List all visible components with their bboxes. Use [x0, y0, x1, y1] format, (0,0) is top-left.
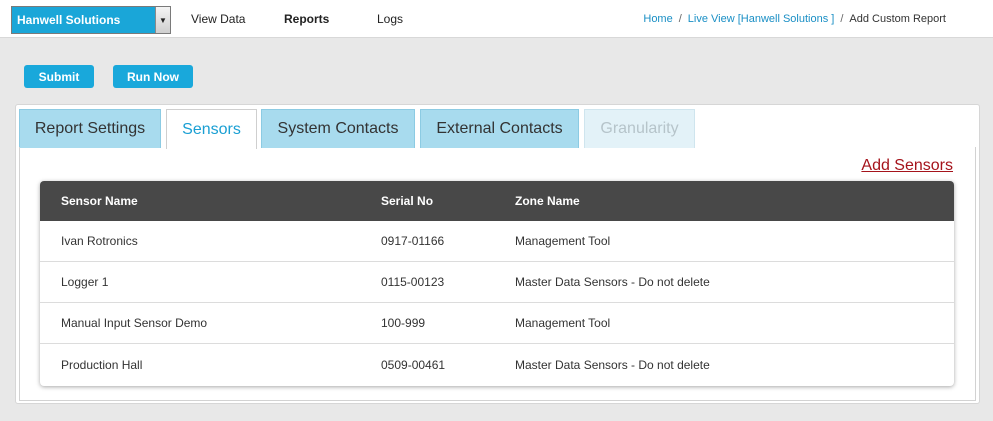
nav-reports[interactable]: Reports	[284, 12, 329, 26]
sensor-name-cell: Production Hall	[61, 357, 143, 372]
nav-view-data[interactable]: View Data	[191, 12, 245, 26]
organization-select[interactable]: Hanwell Solutions ▼	[11, 6, 171, 34]
organization-select-value: Hanwell Solutions	[17, 13, 121, 27]
zone-name-cell: Management Tool	[515, 316, 611, 330]
tab-external-contacts[interactable]: External Contacts	[420, 109, 579, 148]
run-now-button[interactable]: Run Now	[113, 65, 193, 88]
tab-granularity: Granularity	[584, 109, 695, 148]
column-header-sensor-name[interactable]: Sensor Name	[61, 181, 138, 221]
zone-name-cell: Master Data Sensors - Do not delete	[515, 275, 710, 289]
serial-no-cell: 0509-00461	[381, 357, 446, 372]
zone-name-cell: Management Tool	[515, 234, 611, 248]
zone-name-cell: Master Data Sensors - Do not delete	[515, 357, 710, 372]
sensor-name-cell: Manual Input Sensor Demo	[61, 316, 208, 330]
sensor-name-cell: Ivan Rotronics	[61, 234, 138, 248]
table-row[interactable]: Production Hall 0509-00461 Master Data S…	[40, 344, 954, 385]
breadcrumb-separator: /	[840, 13, 844, 25]
breadcrumb-home[interactable]: Home	[643, 13, 672, 25]
sensor-name-cell: Logger 1	[61, 275, 109, 289]
tab-report-settings[interactable]: Report Settings	[19, 109, 161, 148]
chevron-down-icon[interactable]: ▼	[155, 7, 170, 33]
add-sensors-link[interactable]: Add Sensors	[861, 157, 953, 175]
tab-sensors[interactable]: Sensors	[166, 109, 257, 149]
sensors-table: Sensor Name Serial No Zone Name Ivan Rot…	[40, 181, 954, 386]
serial-no-cell: 0115-00123	[381, 275, 445, 289]
table-row[interactable]: Ivan Rotronics 0917-01166 Management Too…	[40, 221, 954, 262]
column-header-zone-name[interactable]: Zone Name	[515, 181, 580, 221]
breadcrumb-live-view[interactable]: Live View [Hanwell Solutions ]	[688, 13, 835, 25]
breadcrumb: Home / Live View [Hanwell Solutions ] / …	[643, 13, 946, 25]
table-row[interactable]: Logger 1 0115-00123 Master Data Sensors …	[40, 262, 954, 303]
nav-logs[interactable]: Logs	[377, 12, 403, 26]
submit-button[interactable]: Submit	[24, 65, 94, 88]
serial-no-cell: 0917-01166	[381, 234, 445, 248]
column-header-serial-no[interactable]: Serial No	[381, 181, 433, 221]
breadcrumb-separator: /	[678, 13, 682, 25]
table-header: Sensor Name Serial No Zone Name	[40, 181, 954, 221]
serial-no-cell: 100-999	[381, 316, 426, 330]
top-bar: Hanwell Solutions ▼ View Data Reports Lo…	[0, 0, 993, 38]
breadcrumb-current: Add Custom Report	[849, 13, 946, 25]
report-panel: Report Settings Sensors System Contacts …	[15, 104, 980, 404]
tab-system-contacts[interactable]: System Contacts	[261, 109, 415, 148]
table-row[interactable]: Manual Input Sensor Demo 100-999 Managem…	[40, 303, 954, 344]
